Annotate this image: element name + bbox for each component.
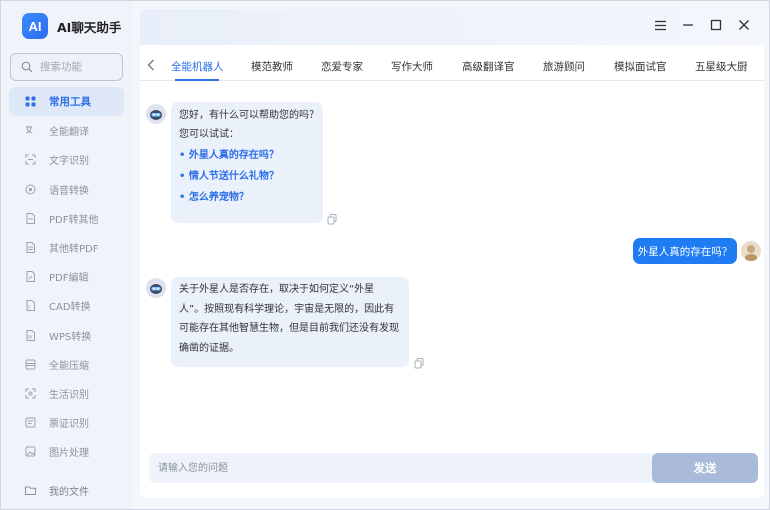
sidebar-item-label: 我的文件 — [49, 487, 89, 499]
copy-icon[interactable] — [414, 358, 424, 369]
send-button[interactable]: 发送 — [652, 453, 758, 483]
greeting-text: 您好，有什么可以帮助您的吗？ — [179, 110, 319, 121]
answer-line: 人”。按照现有科学理论，宇宙是无限的，因此有 — [179, 303, 395, 315]
suggestion-item[interactable]: • 外星人真的存在吗？ — [179, 146, 323, 165]
sidebar-item-ocr[interactable]: 文字识别 — [9, 145, 124, 174]
sidebar-nav: 常用工具 全能翻译 文字识别 语音转换 PDF转其他 其他转PDF PDF编辑 … — [9, 87, 124, 466]
sidebar-item-compress[interactable]: 全能压缩 — [9, 350, 124, 379]
chat-area: 您好，有什么可以帮助您的吗？ 您可以试试： • 外星人真的存在吗？ • 情人节送… — [140, 82, 764, 442]
sidebar-item-translate[interactable]: 全能翻译 — [9, 116, 124, 145]
main-panel: 全能机器人 模范教师 恋爱专家 写作大师 高级翻译官 旅游顾问 模拟面试官 五星… — [140, 9, 764, 498]
menu-icon[interactable] — [652, 17, 668, 33]
ticket-icon — [25, 417, 36, 428]
compress-icon — [25, 359, 36, 370]
tab-writing-master[interactable]: 写作大师 — [391, 59, 433, 74]
suggestion-item[interactable]: • 情人节送什么礼物？ — [179, 167, 323, 186]
sidebar-item-label: 全能压缩 — [49, 360, 89, 372]
sidebar-item-wps[interactable]: W WPS转换 — [9, 321, 124, 350]
sidebar-item-cad[interactable]: C CAD转换 — [9, 291, 124, 320]
suggestion-text: 情人节送什么礼物？ — [188, 171, 279, 182]
copy-icon[interactable] — [327, 214, 337, 225]
try-text: 您可以试试： — [179, 129, 239, 140]
edit-icon — [25, 271, 36, 283]
sidebar-item-my-files[interactable]: 我的文件 — [9, 476, 124, 505]
sidebar-item-pdf-edit[interactable]: PDF编辑 — [9, 262, 124, 291]
answer-line: 确凿的证据。 — [179, 342, 239, 354]
sidebar-item-label: 语音转换 — [49, 185, 89, 197]
maximize-icon[interactable] — [708, 17, 724, 33]
camera-icon — [25, 388, 36, 399]
user-message-bubble: 外星人真的存在吗？ — [633, 238, 737, 264]
bot-avatar — [146, 278, 166, 298]
tab-senior-translator[interactable]: 高级翻译官 — [462, 59, 515, 74]
svg-text:W: W — [28, 334, 33, 340]
sidebar-item-pdf-to-other[interactable]: PDF转其他 — [9, 204, 124, 233]
tab-travel-advisor[interactable]: 旅游顾问 — [543, 59, 585, 74]
sidebar-item-label: CAD转换 — [49, 302, 91, 314]
sidebar-item-label: WPS转换 — [49, 331, 92, 343]
answer-line: 关于外星人是否存在，取决于如何定义“外星 — [179, 284, 375, 295]
sidebar-item-image[interactable]: 图片处理 — [9, 437, 124, 466]
scan-icon — [25, 154, 36, 165]
sidebar-item-label: 其他转PDF — [49, 244, 99, 256]
message-input[interactable] — [158, 453, 648, 483]
bot-avatar — [146, 104, 166, 124]
active-tab-indicator — [175, 79, 219, 81]
app-window: AI AI聊天助手 常用工具 全能翻译 — [0, 0, 770, 510]
sidebar-item-ticket-ocr[interactable]: 票证识别 — [9, 408, 124, 437]
tab-mock-interviewer[interactable]: 模拟面试官 — [614, 59, 667, 74]
svg-text:C: C — [28, 305, 31, 311]
window-controls — [652, 17, 752, 33]
sidebar-item-life-ocr[interactable]: 生活识别 — [9, 379, 124, 408]
audio-icon — [25, 184, 36, 195]
user-avatar — [741, 241, 761, 261]
sidebar-item-label: PDF编辑 — [49, 273, 89, 285]
search-box[interactable] — [10, 53, 123, 81]
toolbox-icon — [25, 96, 36, 107]
app-logo: AI — [22, 13, 48, 39]
pdf-icon — [25, 212, 36, 224]
cad-icon: C — [25, 300, 36, 312]
file-icon — [25, 242, 36, 254]
tab-all-round-bot[interactable]: 全能机器人 — [171, 59, 224, 74]
sidebar-item-label: 全能翻译 — [49, 127, 89, 139]
image-icon — [25, 446, 36, 457]
app-title: AI聊天助手 — [57, 19, 122, 35]
translate-icon — [25, 125, 36, 136]
suggestion-text: 外星人真的存在吗？ — [188, 150, 279, 161]
suggestion-item[interactable]: • 怎么养宠物？ — [179, 188, 323, 207]
sidebar-item-label: 文字识别 — [49, 156, 89, 168]
sidebar-item-label: PDF转其他 — [49, 214, 99, 226]
search-icon — [21, 61, 33, 73]
sidebar-item-label: 常用工具 — [49, 96, 91, 109]
sidebar-item-label: 生活识别 — [49, 389, 89, 401]
sidebar-item-tools[interactable]: 常用工具 — [9, 87, 124, 117]
bot-greeting-bubble: 您好，有什么可以帮助您的吗？ 您可以试试： • 外星人真的存在吗？ • 情人节送… — [171, 102, 323, 223]
chevron-left-icon[interactable] — [144, 56, 158, 74]
suggestion-text: 怎么养宠物？ — [188, 192, 249, 203]
answer-line: 可能存在其他智慧生物，但是目前我们还没有发现 — [179, 323, 399, 334]
sidebar-item-audio[interactable]: 语音转换 — [9, 175, 124, 204]
close-icon[interactable] — [736, 17, 752, 33]
minimize-icon[interactable] — [680, 17, 696, 33]
tab-love-expert[interactable]: 恋爱专家 — [321, 59, 363, 74]
sidebar: AI AI聊天助手 常用工具 全能翻译 — [1, 1, 132, 509]
sidebar-item-other-to-pdf[interactable]: 其他转PDF — [9, 233, 124, 262]
title-bar[interactable] — [140, 9, 764, 45]
sidebar-bottom: 我的文件 — [9, 476, 124, 505]
sidebar-item-label: 票证识别 — [49, 419, 89, 431]
search-input[interactable] — [40, 61, 110, 73]
tabs-bar: 全能机器人 模范教师 恋爱专家 写作大师 高级翻译官 旅游顾问 模拟面试官 五星… — [140, 51, 764, 81]
message-input-row: 发送 — [149, 453, 758, 483]
sidebar-item-label: 图片处理 — [49, 448, 89, 460]
tab-model-teacher[interactable]: 模范教师 — [251, 59, 293, 74]
app-header: AI AI聊天助手 — [22, 13, 121, 39]
bot-answer-bubble: 关于外星人是否存在，取决于如何定义“外星 人”。按照现有科学理论，宇宙是无限的，… — [171, 277, 409, 367]
folder-icon — [25, 485, 36, 496]
wps-icon: W — [25, 329, 36, 341]
tab-chef[interactable]: 五星级大厨 — [695, 59, 748, 74]
